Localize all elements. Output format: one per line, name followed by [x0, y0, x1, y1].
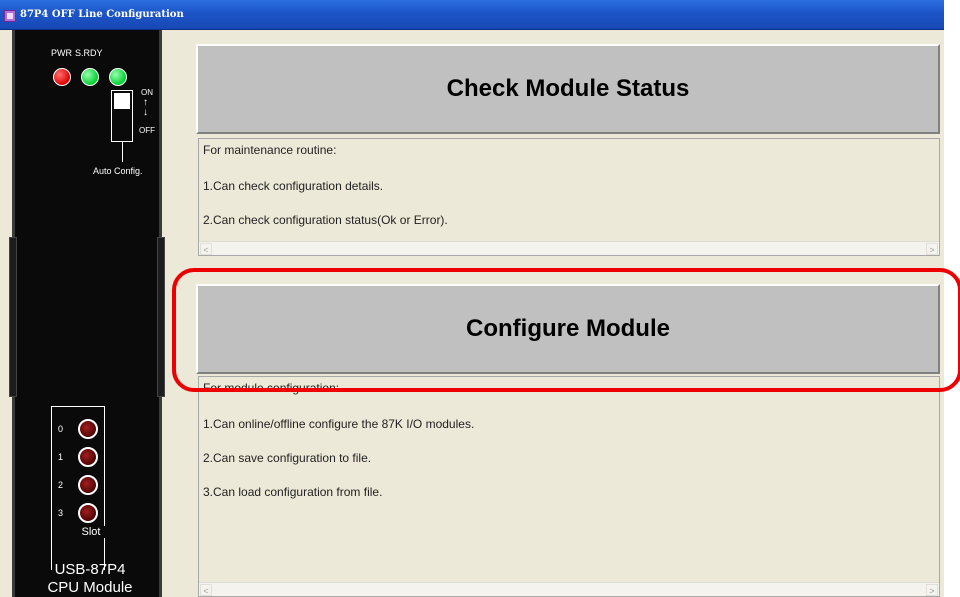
- configure-description: For module configuration: 1.Can online/o…: [198, 376, 940, 597]
- cpu-model-line2: CPU Module: [47, 579, 133, 596]
- app-icon: [4, 10, 16, 22]
- cpu-panel: PWR S.RDY ON ↑ ↓ OFF Auto Config. 0 1 2 …: [8, 30, 168, 597]
- slot-row: 3: [58, 503, 102, 525]
- slot-led-icon: [78, 503, 98, 523]
- switch-knob: [114, 93, 130, 109]
- status-led-icon: [109, 68, 127, 86]
- srdy-label: S.RDY: [75, 48, 103, 58]
- description-line: 1.Can online/offline configure the 87K I…: [203, 417, 475, 431]
- slot-number: 2: [58, 480, 64, 490]
- cpu-module-graphic: PWR S.RDY ON ↑ ↓ OFF Auto Config. 0 1 2 …: [9, 30, 165, 597]
- slot-label: Slot: [61, 526, 121, 538]
- srdy-led-icon: [81, 68, 99, 86]
- slot-led-icon: [78, 419, 98, 439]
- slot-number: 0: [58, 424, 64, 434]
- horizontal-scrollbar[interactable]: < >: [199, 582, 939, 596]
- scroll-right-icon[interactable]: >: [926, 243, 938, 255]
- switch-on-label: ON: [141, 88, 153, 97]
- left-rail: [9, 237, 17, 397]
- scroll-right-icon[interactable]: >: [926, 584, 938, 596]
- scroll-left-icon[interactable]: <: [200, 243, 212, 255]
- switch-arrows-icon: ↑ ↓: [143, 97, 148, 118]
- slot-led-icon: [78, 447, 98, 467]
- check-status-description: For maintenance routine: 1.Can check con…: [198, 138, 940, 256]
- right-rail: [157, 237, 165, 397]
- window-title: 87P4 OFF Line Configuration: [20, 9, 184, 20]
- check-module-status-button[interactable]: Check Module Status: [196, 44, 940, 134]
- slot-number: 1: [58, 452, 64, 462]
- description-line: 1.Can check configuration details.: [203, 179, 384, 193]
- pwr-led-icon: [53, 68, 71, 86]
- switch-off-label: OFF: [139, 126, 155, 135]
- slot-row: 1: [58, 447, 102, 469]
- scroll-left-icon[interactable]: <: [200, 584, 212, 596]
- auto-config-switch: [111, 90, 133, 142]
- pwr-label: PWR: [51, 48, 72, 58]
- description-line: For maintenance routine:: [203, 143, 337, 157]
- slot-led-icon: [78, 475, 98, 495]
- description-line: 2.Can check configuration status(Ok or E…: [203, 213, 448, 227]
- cpu-model-line1: USB-87P4: [54, 561, 126, 578]
- auto-config-label: Auto Config.: [93, 166, 143, 176]
- slot-number: 3: [58, 508, 64, 518]
- slot-row: 2: [58, 475, 102, 497]
- horizontal-scrollbar[interactable]: < >: [199, 241, 939, 255]
- slot-row: 0: [58, 419, 102, 441]
- title-bar[interactable]: 87P4 OFF Line Configuration: [0, 0, 944, 30]
- cpu-model-name: USB-87P4 CPU Module: [15, 561, 165, 597]
- description-line: 2.Can save configuration to file.: [203, 451, 372, 465]
- description-line: 3.Can load configuration from file.: [203, 485, 383, 499]
- slot-group: 0 1 2 3: [51, 406, 105, 570]
- highlight-annotation: [172, 268, 960, 392]
- switch-connector: [122, 142, 123, 162]
